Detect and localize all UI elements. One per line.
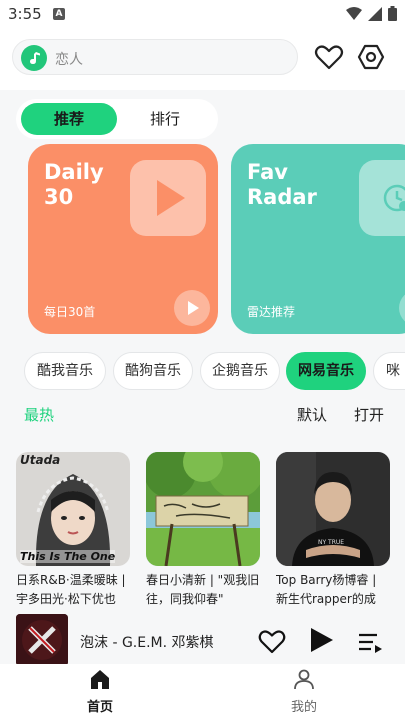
- platform-chip-kugou[interactable]: 酷狗音乐: [113, 352, 193, 390]
- playlist-cover: NY TRUE: [276, 452, 390, 566]
- playlist-title: 日系R&B·温柔暖昧 | 宇多田光·松下优也: [16, 573, 126, 606]
- svg-text:NY TRUE: NY TRUE: [318, 539, 344, 546]
- search-input[interactable]: 恋人: [55, 49, 83, 69]
- platform-chip-kuwo[interactable]: 酷我音乐: [24, 352, 106, 390]
- card-title: Daily 30: [44, 160, 104, 209]
- open-button[interactable]: 打开: [354, 404, 384, 425]
- status-bar: 3:55 A: [0, 0, 405, 28]
- now-playing-title: 泡沫 - G.E.M. 邓紫棋: [80, 635, 214, 651]
- tab-recommend[interactable]: 推荐: [21, 103, 117, 135]
- header: 恋人: [0, 28, 405, 90]
- playlist-card[interactable]: Utada This Is The One 日系R&B·温柔暖昧 | 宇多田光·…: [16, 452, 130, 609]
- sort-default-button[interactable]: 默认: [297, 404, 327, 425]
- card-subtitle: 雷达推荐: [247, 305, 296, 319]
- home-icon: [91, 670, 109, 689]
- playlist-cover: [146, 452, 260, 566]
- platform-chip-netease[interactable]: 网易音乐: [286, 352, 366, 390]
- mini-player[interactable]: 泡沫 - G.E.M. 邓紫棋: [0, 608, 405, 672]
- wifi-icon: [346, 6, 362, 20]
- filter-hot[interactable]: 最热: [24, 404, 54, 425]
- like-heart-icon[interactable]: [258, 628, 286, 654]
- album-cover[interactable]: [16, 614, 68, 666]
- settings-hexagon-icon[interactable]: [356, 42, 386, 72]
- notification-icon: A: [53, 8, 65, 20]
- play-icon[interactable]: [307, 626, 335, 654]
- playlist-queue-icon[interactable]: [357, 630, 383, 654]
- play-button-icon[interactable]: [174, 290, 210, 326]
- bottom-navigation: 首页 我的: [0, 664, 405, 720]
- playlist-card[interactable]: NY TRUE Top Barry杨博睿 | 新生代rapper的成长...: [276, 452, 390, 609]
- battery-icon: [388, 6, 397, 21]
- cover-text: Utada: [20, 453, 61, 467]
- nav-mine[interactable]: 我的: [276, 668, 332, 716]
- content-tab-switch: 推荐 排行: [16, 99, 218, 139]
- user-icon: [294, 669, 314, 690]
- daily-30-card[interactable]: Daily 30 每日30首: [28, 144, 218, 334]
- playlist-card[interactable]: 春日小清新 | "观我旧往，同我仰春": [146, 452, 260, 609]
- platform-chip-qq[interactable]: 企鹅音乐: [200, 352, 280, 390]
- signal-icon: [368, 6, 382, 21]
- play-icon: [130, 160, 206, 236]
- nav-home-label: 首页: [86, 700, 113, 715]
- playlist-title: 春日小清新 | "观我旧往，同我仰春": [146, 573, 260, 606]
- cover-text: This Is The One: [20, 550, 116, 563]
- feature-cards: Daily 30 每日30首 Fav Radar 雷达推荐: [0, 144, 405, 334]
- radar-clock-icon: [359, 160, 405, 236]
- playlist-title: Top Barry杨博睿 | 新生代rapper的成长...: [276, 573, 377, 606]
- tab-ranking[interactable]: 排行: [117, 103, 213, 135]
- playlist-cover: Utada This Is The One: [16, 452, 130, 566]
- card-title: Fav Radar: [247, 160, 317, 209]
- platform-chip-migu[interactable]: 咪: [373, 352, 405, 390]
- app-logo-icon: [21, 45, 47, 71]
- nav-home[interactable]: 首页: [72, 668, 128, 716]
- play-button-icon[interactable]: [399, 290, 405, 326]
- platform-selector: 酷我音乐 酷狗音乐 企鹅音乐 网易音乐 咪: [0, 352, 405, 392]
- search-bar[interactable]: 恋人: [12, 39, 298, 75]
- status-time: 3:55: [8, 5, 42, 23]
- card-subtitle: 每日30首: [44, 305, 96, 319]
- favorite-heart-icon[interactable]: [314, 42, 344, 72]
- fav-radar-card[interactable]: Fav Radar 雷达推荐: [231, 144, 405, 334]
- nav-mine-label: 我的: [290, 700, 317, 715]
